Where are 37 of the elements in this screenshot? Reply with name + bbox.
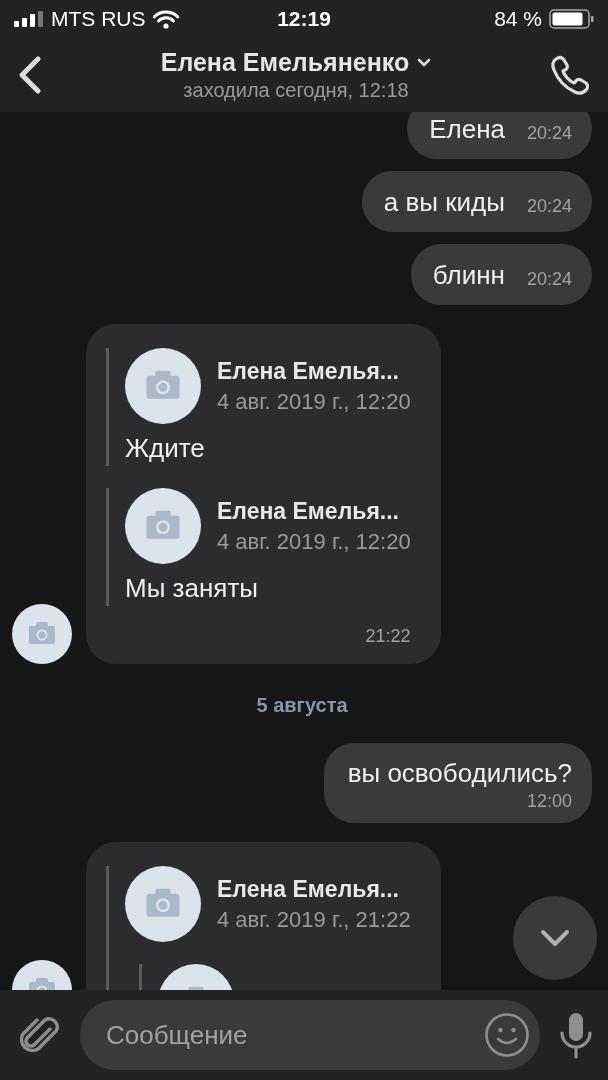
forward-date: 4 авг. 2019 г., 12:20 [217, 388, 411, 415]
camera-avatar-icon [12, 604, 72, 664]
forward-date: 4 авг. 2019 г., 21:22 [217, 906, 411, 933]
message-text: Ждите [125, 432, 206, 465]
message-time: 20:24 [526, 122, 572, 145]
camera-avatar-icon [125, 348, 201, 424]
contact-name[interactable]: Елена Емельяненко [160, 48, 410, 77]
camera-avatar-icon [125, 866, 201, 942]
date-separator: 5 августа [256, 694, 348, 717]
message-text: а вы киды [383, 186, 505, 218]
author-name: Елена Емелья... [217, 875, 400, 903]
camera-avatar-icon [125, 488, 201, 564]
microphone-button[interactable] [558, 1011, 594, 1059]
message-text: Мы заняты [125, 572, 259, 605]
phone-icon [548, 53, 592, 97]
carrier-name: MTS RUS [51, 7, 146, 31]
battery-icon [549, 9, 594, 29]
dropdown-chevron-icon[interactable] [417, 58, 432, 67]
clock-time: 12:19 [277, 7, 331, 30]
last-seen-status: заходила сегодня, 12:18 [183, 79, 409, 102]
message-time: 20:24 [526, 268, 572, 291]
forward-date: 4 авг. 2019 г., 12:20 [217, 528, 411, 555]
emoji-icon[interactable] [484, 1012, 530, 1058]
message-time: 21:22 [365, 625, 411, 648]
signal-icon [14, 11, 44, 27]
wifi-icon [152, 9, 179, 29]
microphone-icon [558, 1011, 594, 1059]
message-text: Елена [429, 113, 505, 145]
chevron-down-icon [540, 929, 570, 947]
battery-percent: 84 % [494, 7, 542, 31]
author-name: Елена Емелья... [217, 357, 400, 385]
message-time: 12:00 [526, 790, 572, 813]
author-name: Елена Емелья... [217, 497, 400, 525]
message-text: блинн [432, 259, 505, 291]
message-time: 20:24 [526, 195, 572, 218]
message-composer[interactable]: Сообщение [80, 1000, 540, 1070]
message-text: вы освободились? [347, 757, 572, 789]
